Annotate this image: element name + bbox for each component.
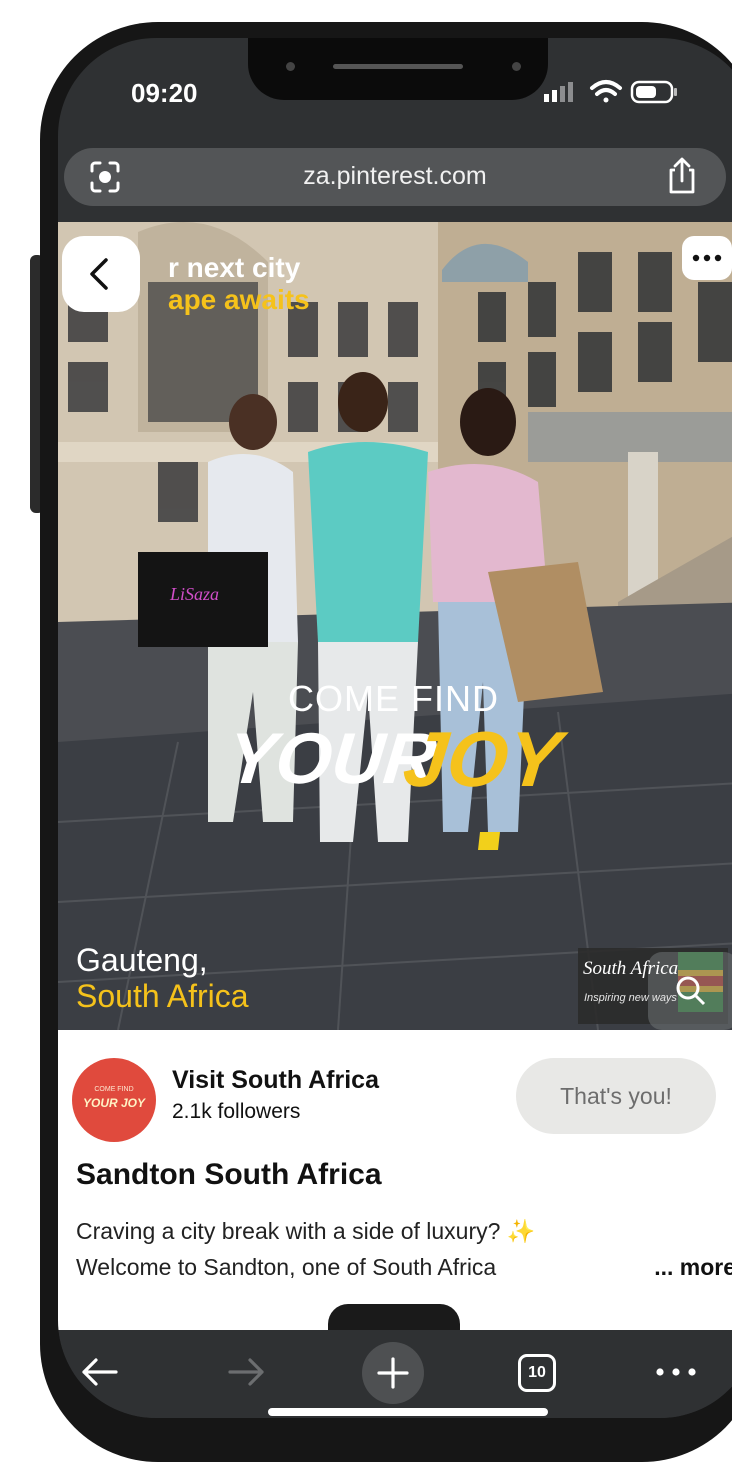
address-bar[interactable]: za.pinterest.com [64, 148, 726, 206]
url-text[interactable]: za.pinterest.com [64, 162, 726, 191]
tabs-icon[interactable]: 10 [518, 1354, 556, 1392]
battery-icon [630, 80, 677, 104]
arrow-left-icon[interactable] [76, 1352, 122, 1392]
back-icon [90, 258, 108, 290]
pin-photo: LiSaza [58, 222, 732, 1030]
notch [248, 38, 548, 100]
slogan-joy: JOY [399, 715, 565, 803]
thats-you-button[interactable]: That's you! [516, 1058, 716, 1134]
brand-logo-text: South Africa [583, 958, 679, 979]
avatar-logo-bottom: YOUR JOY [82, 1096, 145, 1110]
profile-name[interactable]: Visit South Africa [172, 1066, 379, 1095]
bag-label: LiSaza [169, 584, 219, 604]
phone-screen: 09:20 za.pinterest.com LiSaza r next cit… [58, 38, 732, 1418]
more-options-icon [692, 254, 722, 262]
description-line1: Craving a city break with a side of luxu… [76, 1218, 536, 1244]
browser-toolbar: 10 [58, 1330, 732, 1418]
headline-line2: ape awaits [168, 284, 310, 315]
tab-count: 10 [528, 1364, 546, 1381]
signal-icon [544, 82, 573, 102]
follower-count: 2.1k followers [172, 1100, 301, 1123]
arrow-right-icon[interactable] [224, 1352, 270, 1392]
status-icons [544, 80, 677, 104]
brand-tagline: Inspiring new ways [584, 992, 677, 1004]
ellipsis-icon[interactable] [650, 1358, 702, 1386]
avatar-logo-top: COME FIND [94, 1086, 134, 1093]
home-indicator[interactable] [268, 1408, 548, 1416]
new-tab-button[interactable] [362, 1342, 424, 1404]
plus-icon [377, 1357, 409, 1389]
pin-details: COME FIND YOUR JOY Visit South Africa 2.… [58, 1030, 732, 1330]
pin-image[interactable]: LiSaza r next city ape awaits COME FIND … [58, 222, 732, 1030]
headline-line1: r next city [168, 252, 301, 283]
wifi-icon [590, 80, 622, 103]
more-link[interactable]: ... more [622, 1254, 732, 1281]
location-line1: Gauteng, [76, 942, 208, 978]
pin-title: Sandton South Africa [76, 1158, 382, 1191]
share-icon[interactable] [664, 156, 700, 196]
avatar[interactable]: COME FIND YOUR JOY [72, 1058, 156, 1142]
back-button[interactable] [62, 236, 140, 312]
location-line2: South Africa [76, 978, 249, 1014]
more-options-button[interactable] [682, 236, 732, 280]
status-time: 09:20 [131, 78, 198, 108]
